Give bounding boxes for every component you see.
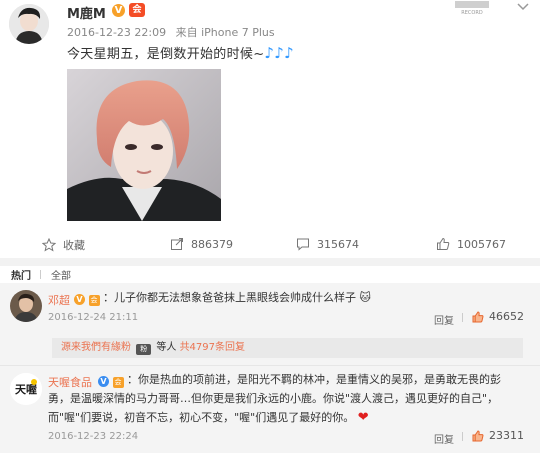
comment-body-line2: 勇，是温暖深情的马力哥哥…但你更是我们永远的小鹿。你说"渡人渡己，遇见更好的自己… (48, 392, 499, 405)
share-button[interactable]: 886379 (170, 237, 233, 251)
comment-text-line1: V 会 ：你是热血的项前进，是阳光不羁的林冲，是重情义的吴邪，是勇敢无畏的彭 (98, 370, 528, 389)
subreply-count[interactable]: 共4797条回复 (180, 342, 245, 353)
comment-text-line3: 而"喔"们要说，初音不忘，初心不变，"喔"们遇见了最好的你。 ❤ (48, 408, 369, 427)
commenter-name[interactable]: 邓超 (48, 292, 70, 308)
favorite-label: 收藏 (63, 239, 85, 252)
subreply-user[interactable]: 源来我們有緣粉 (61, 342, 131, 353)
section-separator (0, 258, 540, 266)
author-name[interactable]: M鹿M (67, 3, 106, 22)
vip-level-icon: 粉 (136, 344, 152, 355)
sub-reply-bar[interactable]: 源来我們有緣粉 粉 等人 共4797条回复 (52, 338, 523, 358)
verified-badge-icon: V (98, 376, 109, 387)
cat-emoji-icon: 🐱 (359, 291, 371, 304)
post-body: 今天星期五，是倒数开始的时候~ (67, 47, 265, 62)
action-divider (462, 432, 463, 441)
thumbs-up-icon (437, 237, 450, 250)
comment-tabs: 热门 全部 (0, 266, 540, 283)
post-photo[interactable] (67, 69, 221, 221)
comment-body-line3: 而"喔"们要说，初音不忘，初心不变，"喔"们遇见了最好的你。 (48, 411, 355, 424)
post-action-bar: 收藏 886379 315674 1005767 (0, 230, 540, 258)
svg-text:RECORD: RECORD (461, 10, 483, 16)
post-source: 来自 iPhone 7 Plus (175, 26, 275, 39)
share-icon (171, 238, 183, 250)
comment-divider (0, 365, 540, 366)
member-badge-icon: 会 (112, 377, 124, 388)
reply-button[interactable]: 回复 (434, 312, 454, 327)
tab-all[interactable]: 全部 (51, 267, 71, 282)
post-timestamp: 2016-12-23 22:09 (67, 26, 167, 39)
comment-icon (297, 238, 309, 251)
action-divider (462, 313, 463, 322)
author-avatar[interactable] (9, 4, 49, 44)
star-icon (42, 238, 56, 252)
post-meta: 2016-12-23 22:09 来自 iPhone 7 Plus (67, 24, 281, 40)
thumbs-up-icon (472, 310, 484, 322)
comment-like-count: 23311 (489, 429, 524, 442)
commenter-avatar[interactable]: 天喔 (10, 373, 42, 405)
comment-count: 315674 (317, 237, 359, 251)
comment-like-button[interactable]: 23311 (472, 429, 524, 442)
like-count: 1005767 (457, 237, 506, 251)
comment-list: 邓超 V 会 ：儿子你都无法想象爸爸抹上黑眼线会帅成什么样子 🐱 2016-12… (0, 283, 540, 453)
chevron-down-icon[interactable] (517, 2, 529, 12)
reply-button[interactable]: 回复 (434, 431, 454, 446)
comment-button[interactable]: 315674 (296, 237, 359, 251)
commenter-avatar[interactable] (10, 290, 42, 322)
comment-like-button[interactable]: 46652 (472, 310, 524, 323)
member-badge-icon: 会 (88, 295, 100, 306)
comment-text: V 会 ：儿子你都无法想象爸爸抹上黑眼线会帅成什么样子 🐱 (74, 288, 371, 307)
favorite-button[interactable]: 收藏 (42, 237, 85, 253)
thumbs-up-icon (472, 429, 484, 441)
share-count: 886379 (191, 237, 233, 251)
heart-icon: ❤ (357, 410, 369, 425)
post-text: 今天星期五，是倒数开始的时候~♪♪♪ (67, 43, 294, 62)
comment-like-count: 46652 (489, 310, 524, 323)
member-badge-icon: 会 (129, 3, 145, 17)
tab-divider (40, 270, 41, 279)
tab-hot[interactable]: 热门 (11, 267, 31, 282)
commenter-name[interactable]: 天喔食品 (48, 374, 92, 390)
comment-body: ：儿子你都无法想象爸爸抹上黑眼线会帅成什么样子 (103, 291, 356, 304)
watermark-logo: RECORD (452, 0, 492, 16)
subreply-others: 等人 (156, 342, 177, 353)
comment-body-line1: ：你是热血的项前进，是阳光不羁的林冲，是重情义的吴邪，是勇敢无畏的彭 (127, 373, 501, 386)
verified-badge-icon: V (74, 294, 85, 305)
verified-badge-icon: V (112, 4, 125, 17)
like-button[interactable]: 1005767 (436, 237, 506, 251)
music-notes-icon: ♪♪♪ (264, 44, 295, 62)
weibo-post: M鹿M V 会 RECORD 2016-12-23 22:09 来自 iPhon… (0, 0, 540, 258)
comment-timestamp: 2016-12-24 21:11 (48, 312, 139, 323)
comment-timestamp: 2016-12-23 22:24 (48, 431, 139, 442)
